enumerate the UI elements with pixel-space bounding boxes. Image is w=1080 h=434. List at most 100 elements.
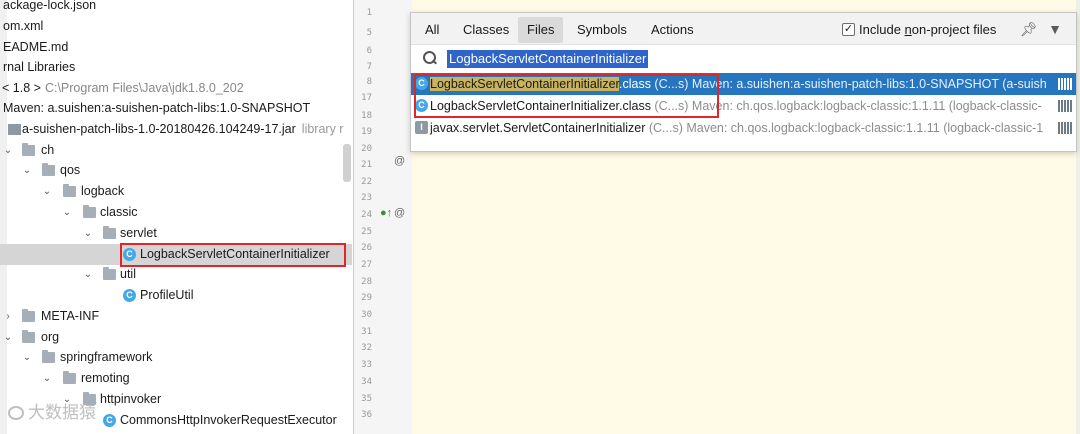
library-icon <box>1058 100 1072 112</box>
tree-item-logback-initializer[interactable]: C LogbackServletContainerInitializer <box>0 244 352 265</box>
tree-item-label: ProfileUtil <box>140 288 194 302</box>
tree-item-label: qos <box>60 163 81 177</box>
tree-item-maven-lib[interactable]: Maven: a.suishen:a-suishen-patch-libs:1.… <box>0 98 352 119</box>
include-non-project-checkbox[interactable]: ✓ <box>842 23 855 36</box>
chevron-down-icon[interactable]: ⌄ <box>22 347 32 368</box>
tree-item-label: ackage-lock.json <box>3 0 97 12</box>
tree-item-external-libraries[interactable]: rnal Libraries <box>0 57 352 78</box>
tree-item-label: META-INF <box>41 309 100 323</box>
library-icon <box>1058 122 1072 134</box>
line-number: 30 <box>361 310 372 320</box>
annotation-gutter-icon[interactable]: @ <box>394 155 405 167</box>
search-result-item[interactable]: C LogbackServletContainerInitializer.cla… <box>411 95 1076 117</box>
tree-item-springframework[interactable]: ⌄ springframework <box>0 347 352 368</box>
tree-item-suffix: library r <box>301 122 344 136</box>
search-result-item[interactable]: I javax.servlet.ServletContainerInitiali… <box>411 117 1076 139</box>
package-icon <box>42 350 55 363</box>
line-number: 22 <box>361 177 372 187</box>
line-number: 18 <box>361 111 372 121</box>
tree-item-pom[interactable]: om.xml <box>0 16 352 37</box>
line-number: 29 <box>361 293 372 303</box>
include-label-part: Include <box>859 22 905 37</box>
tab-all[interactable]: All <box>416 17 448 43</box>
class-icon: C <box>415 77 428 90</box>
search-result-item[interactable]: C LogbackServletContainerInitializer.cla… <box>411 73 1076 95</box>
tab-actions[interactable]: Actions <box>642 17 703 43</box>
tree-item-jar[interactable]: a-suishen-patch-libs-1.0-20180426.104249… <box>0 119 352 140</box>
search-input[interactable]: LogbackServletContainerInitializer <box>447 50 649 68</box>
line-number: 6 <box>366 46 372 56</box>
folder-icon <box>22 309 35 322</box>
tree-item-util[interactable]: ⌄ util <box>0 264 352 285</box>
line-number: 20 <box>361 144 372 154</box>
project-tree: ackage-lock.json om.xml EADME.md rnal Li… <box>0 0 352 434</box>
annotation-gutter-icon[interactable]: @ <box>394 207 405 219</box>
tree-scrollbar[interactable] <box>343 144 351 182</box>
chevron-down-icon[interactable]: ⌄ <box>3 140 13 161</box>
tree-item-label: springframework <box>60 350 153 364</box>
package-icon <box>42 163 55 176</box>
tree-item-label: ch <box>41 143 55 157</box>
chevron-down-icon[interactable]: ⌄ <box>42 368 52 389</box>
chevron-down-icon[interactable]: ⌄ <box>83 223 93 244</box>
include-non-project-label[interactable]: Include non-project files <box>859 17 996 43</box>
tree-item-label: servlet <box>120 226 157 240</box>
line-number: 25 <box>361 227 372 237</box>
package-icon <box>103 267 116 280</box>
class-icon: C <box>415 99 428 112</box>
search-everywhere-popup: All Classes Files Symbols Actions ✓ Incl… <box>410 12 1077 152</box>
tree-item-label: org <box>41 330 60 344</box>
tab-classes[interactable]: Classes <box>454 17 518 43</box>
search-icon <box>423 51 437 65</box>
tree-item-servlet[interactable]: ⌄ servlet <box>0 223 352 244</box>
line-number: 19 <box>361 127 372 137</box>
line-number: 34 <box>361 377 372 387</box>
line-number: 35 <box>361 394 372 404</box>
tree-item-package-lock[interactable]: ackage-lock.json <box>0 0 352 16</box>
tree-item-readme[interactable]: EADME.md <box>0 37 352 58</box>
library-icon <box>1058 78 1072 90</box>
tab-symbols[interactable]: Symbols <box>568 17 636 43</box>
tree-item-qos[interactable]: ⌄ qos <box>0 160 352 181</box>
line-number: 28 <box>361 277 372 287</box>
tree-item-label: httpinvoker <box>100 392 162 406</box>
line-number: 17 <box>361 93 372 103</box>
result-name: LogbackServletContainerInitializer.class <box>430 99 651 113</box>
package-icon <box>22 143 35 156</box>
tree-item-jdk[interactable]: < 1.8 > C:\Program Files\Java\jdk1.8.0_20… <box>0 78 352 99</box>
tree-item-label: Maven: a.suishen:a-suishen-patch-libs:1.… <box>3 101 311 115</box>
search-tabs: All Classes Files Symbols Actions ✓ Incl… <box>411 13 1076 45</box>
filter-icon[interactable]: ▼ <box>1047 21 1063 37</box>
chevron-down-icon[interactable]: ⌄ <box>62 202 72 223</box>
tree-item-ch[interactable]: ⌄ ch <box>0 140 352 161</box>
tree-item-meta-inf[interactable]: › META-INF <box>0 306 352 327</box>
tree-item-label: < 1.8 > <box>2 81 41 95</box>
result-name: .class <box>619 77 651 91</box>
line-number: 1 <box>366 8 372 18</box>
package-icon <box>83 205 96 218</box>
result-location: (C...s) Maven: ch.qos.logback:logback-cl… <box>650 99 1042 113</box>
watermark: 大数据猿 <box>8 398 96 423</box>
chevron-down-icon[interactable]: ⌄ <box>22 160 32 181</box>
tree-item-profileutil[interactable]: C ProfileUtil <box>0 285 352 306</box>
override-gutter-icon[interactable]: ●↑ <box>380 207 392 219</box>
tab-files[interactable]: Files <box>518 17 564 43</box>
line-number: 5 <box>366 28 372 38</box>
tree-item-logback[interactable]: ⌄ logback <box>0 181 352 202</box>
tree-item-path: C:\Program Files\Java\jdk1.8.0_202 <box>44 81 244 95</box>
chevron-down-icon[interactable]: ⌄ <box>3 327 13 348</box>
tree-item-classic[interactable]: ⌄ classic <box>0 202 352 223</box>
pin-icon[interactable]: 📌︎ <box>1020 21 1038 37</box>
tree-item-remoting[interactable]: ⌄ remoting <box>0 368 352 389</box>
package-icon <box>63 184 76 197</box>
include-label-mnemonic: n <box>904 22 912 37</box>
chevron-down-icon[interactable]: ⌄ <box>83 264 93 285</box>
tree-item-label: LogbackServletContainerInitializer <box>140 247 330 261</box>
tree-item-org[interactable]: ⌄ org <box>0 327 352 348</box>
class-icon: C <box>123 289 136 302</box>
chevron-right-icon[interactable]: › <box>3 306 13 327</box>
chevron-down-icon[interactable]: ⌄ <box>42 181 52 202</box>
package-icon <box>63 371 76 384</box>
line-number: 8 <box>366 77 372 87</box>
package-icon <box>103 226 116 239</box>
